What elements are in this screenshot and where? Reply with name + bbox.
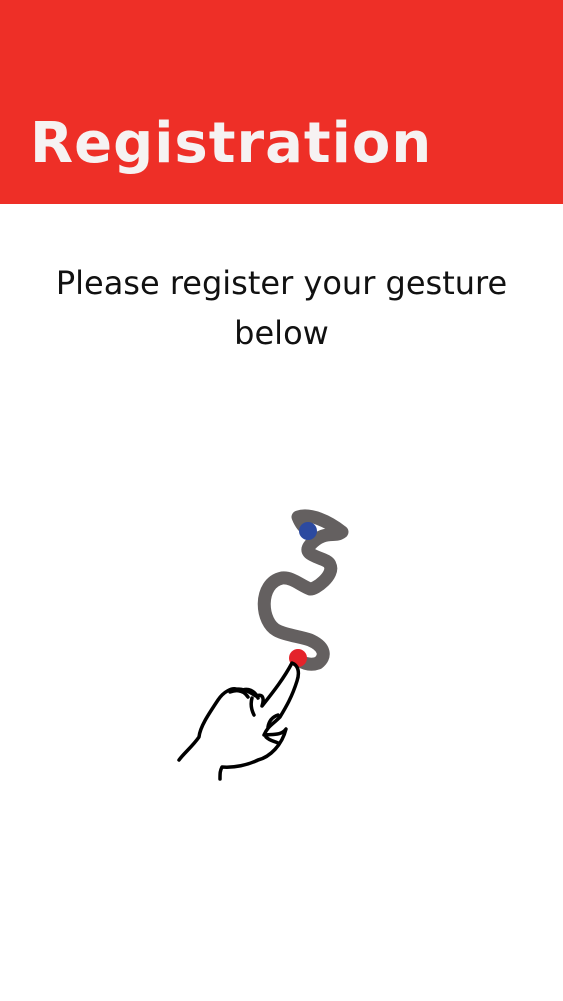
- gesture-start-dot: [299, 522, 317, 540]
- registration-screen: Registration Please register your gestur…: [0, 0, 563, 1001]
- gesture-illustration: [160, 505, 370, 795]
- app-header: Registration: [0, 0, 563, 204]
- page-title: Registration: [30, 111, 433, 176]
- pointing-hand-icon: [177, 661, 301, 781]
- instruction-text: Please register your gesture below: [55, 264, 508, 352]
